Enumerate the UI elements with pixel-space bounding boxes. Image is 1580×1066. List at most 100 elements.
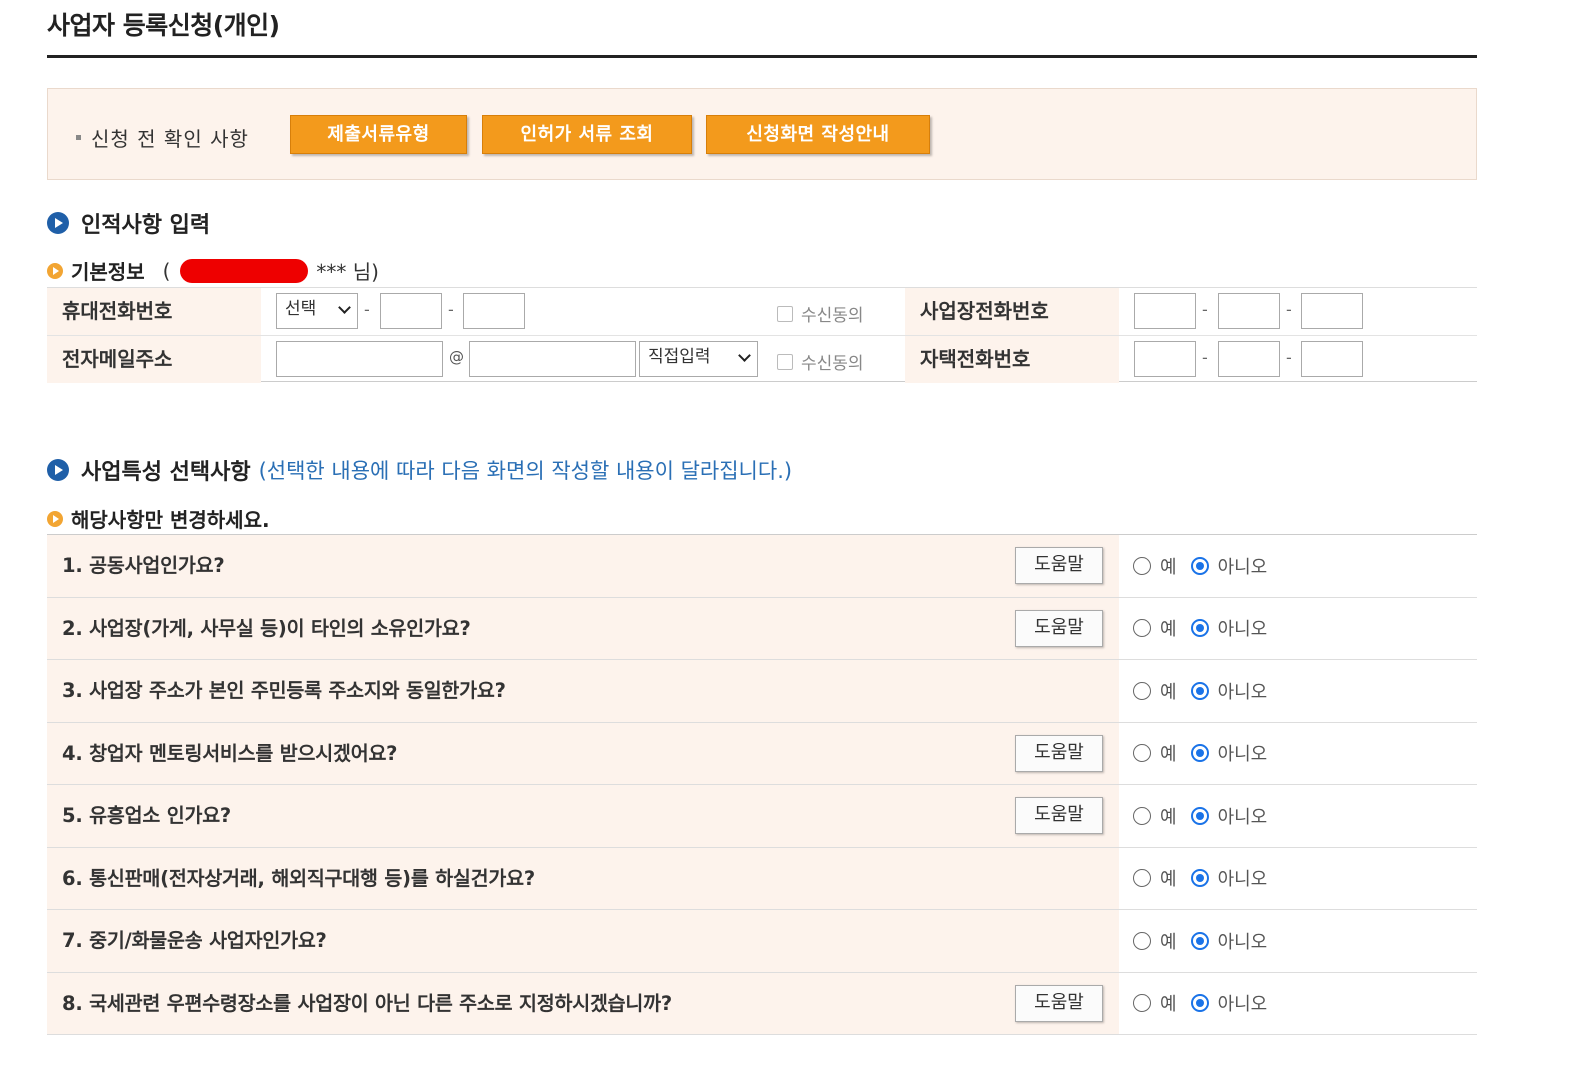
- yes-no-radio-group: 예 아니오: [1133, 973, 1267, 1035]
- no-radio[interactable]: [1190, 869, 1209, 888]
- work-phone-area-input[interactable]: [1134, 293, 1196, 329]
- precheck-label-text: 신청 전 확인 사항: [91, 127, 249, 151]
- permit-documents-button[interactable]: 인허가 서류 조회: [482, 115, 692, 154]
- yes-radio[interactable]: [1133, 931, 1151, 950]
- mobile-middle-input[interactable]: [380, 293, 442, 329]
- change-only-label: 해당사항만 변경하세요.: [71, 508, 270, 532]
- bullet-icon: [76, 135, 81, 140]
- masked-name-suffix: *** 님): [316, 260, 379, 284]
- at-sign: @: [449, 348, 464, 366]
- help-button[interactable]: 도움말: [1015, 984, 1103, 1022]
- yes-label: 예: [1160, 619, 1177, 641]
- help-button[interactable]: 도움말: [1015, 734, 1103, 772]
- question-row: 6. 통신판매(전자상거래, 해외직구대행 등)를 하실건가요? 예 아니오: [47, 847, 1477, 910]
- no-radio[interactable]: [1190, 619, 1209, 638]
- yes-radio[interactable]: [1133, 994, 1151, 1013]
- yes-no-radio-group: 예 아니오: [1133, 723, 1267, 785]
- basic-info-label: 기본정보: [71, 260, 145, 284]
- yes-label: 예: [1160, 931, 1177, 953]
- question-row: 3. 사업장 주소가 본인 주민등록 주소지와 동일한가요? 예 아니오: [47, 660, 1477, 723]
- question-text: 2. 사업장(가게, 사무실 등)이 타인의 소유인가요?: [62, 616, 471, 640]
- yes-label: 예: [1160, 556, 1177, 578]
- document-types-button[interactable]: 제출서류유형: [290, 115, 467, 154]
- question-cell: 2. 사업장(가게, 사무실 등)이 타인의 소유인가요? 도움말: [47, 597, 1119, 659]
- dash: -: [1202, 348, 1208, 367]
- question-cell: 1. 공동사업인가요? 도움말: [47, 535, 1119, 597]
- no-radio[interactable]: [1190, 681, 1209, 700]
- work-phone-label: 사업장전화번호: [905, 288, 1119, 335]
- form-guide-button[interactable]: 신청화면 작성안내: [706, 115, 930, 154]
- question-cell: 4. 창업자 멘토링서비스를 받으시겠어요? 도움말: [47, 722, 1119, 784]
- question-row: 8. 국세관련 우편수령장소를 사업장이 아닌 다른 주소로 지정하시겠습니까?…: [47, 972, 1477, 1035]
- home-phone-last-input[interactable]: [1301, 341, 1363, 377]
- change-only-heading: 해당사항만 변경하세요.: [47, 504, 270, 533]
- yes-no-radio-group: 예 아니오: [1133, 848, 1267, 910]
- email-id-input[interactable]: [276, 341, 443, 377]
- question-cell: 5. 유흥업소 인가요? 도움말: [47, 785, 1119, 847]
- yes-label: 예: [1160, 681, 1177, 703]
- no-radio[interactable]: [1190, 806, 1209, 825]
- home-phone-area-input[interactable]: [1134, 341, 1196, 377]
- yes-radio[interactable]: [1133, 869, 1151, 888]
- dash: -: [364, 300, 370, 319]
- question-text: 4. 창업자 멘토링서비스를 받으시겠어요?: [62, 741, 398, 765]
- question-row: 5. 유흥업소 인가요? 도움말 예 아니오: [47, 785, 1477, 848]
- no-radio[interactable]: [1190, 931, 1209, 950]
- question-text: 7. 중기/화물운송 사업자인가요?: [62, 929, 327, 952]
- help-button[interactable]: 도움말: [1015, 609, 1103, 647]
- mobile-last-input[interactable]: [463, 293, 525, 329]
- basic-info-open-paren: (: [162, 258, 171, 283]
- question-cell: 8. 국세관련 우편수령장소를 사업장이 아닌 다른 주소로 지정하시겠습니까?…: [47, 972, 1119, 1034]
- yes-no-radio-group: 예 아니오: [1133, 910, 1267, 972]
- mobile-consent-checkbox[interactable]: 수신동의: [777, 301, 864, 326]
- basic-info-heading: 기본정보 ( *** 님): [47, 256, 379, 285]
- contact-row-mobile: 휴대전화번호 선택 - - 수신동의 사업장전화번호 - -: [47, 288, 1477, 335]
- yes-label: 예: [1160, 806, 1177, 828]
- question-row: 1. 공동사업인가요? 도움말 예 아니오: [47, 535, 1477, 598]
- no-radio[interactable]: [1190, 744, 1209, 763]
- arrow-dot-icon: [47, 510, 63, 527]
- no-radio[interactable]: [1190, 994, 1209, 1013]
- email-domain-select-value: 직접입력: [648, 347, 711, 367]
- no-label: 아니오: [1217, 806, 1268, 828]
- home-phone-middle-input[interactable]: [1218, 341, 1280, 377]
- checkbox-icon: [777, 353, 793, 370]
- arrow-dot-icon: [47, 262, 63, 279]
- yes-radio[interactable]: [1133, 806, 1151, 825]
- email-consent-checkbox[interactable]: 수신동의: [777, 349, 864, 374]
- business-section-heading: 사업특성 선택사항 (선택한 내용에 따라 다음 화면의 작성할 내용이 달라집…: [47, 454, 792, 486]
- no-radio[interactable]: [1190, 556, 1209, 575]
- dash: -: [448, 300, 454, 319]
- dash: -: [1286, 300, 1292, 319]
- yes-radio[interactable]: [1133, 619, 1151, 638]
- help-button[interactable]: 도움말: [1015, 547, 1103, 584]
- help-button[interactable]: 도움말: [1015, 797, 1103, 834]
- business-questions-table: 1. 공동사업인가요? 도움말 예 아니오 2. 사업장(가게, 사무실 등)이 타인의…: [47, 534, 1477, 1035]
- question-cell: 7. 중기/화물운송 사업자인가요?: [47, 910, 1119, 972]
- yes-radio[interactable]: [1133, 556, 1151, 575]
- yes-radio[interactable]: [1133, 681, 1151, 700]
- yes-no-radio-group: 예 아니오: [1133, 535, 1267, 597]
- question-text: 1. 공동사업인가요?: [62, 554, 225, 577]
- mobile-prefix-value: 선택: [285, 299, 317, 319]
- yes-radio[interactable]: [1133, 744, 1151, 763]
- personal-section-title: 인적사항 입력: [81, 213, 211, 238]
- redacted-name: [180, 258, 309, 283]
- precheck-panel: 신청 전 확인 사항 제출서류유형 인허가 서류 조회 신청화면 작성안내: [47, 88, 1477, 180]
- mobile-prefix-select[interactable]: 선택: [276, 293, 358, 329]
- email-domain-input[interactable]: [469, 341, 636, 377]
- question-text: 6. 통신판매(전자상거래, 해외직구대행 등)를 하실건가요?: [62, 866, 535, 890]
- dash: -: [1286, 348, 1292, 367]
- work-phone-last-input[interactable]: [1301, 293, 1363, 329]
- checkbox-icon: [777, 305, 793, 322]
- chevron-down-icon: [738, 349, 751, 362]
- question-row: 2. 사업장(가게, 사무실 등)이 타인의 소유인가요? 도움말 예 아니오: [47, 597, 1477, 660]
- chevron-down-icon: [338, 301, 351, 314]
- business-section-note: (선택한 내용에 따라 다음 화면의 작성할 내용이 달라집니다.): [258, 459, 793, 483]
- email-domain-select[interactable]: 직접입력: [639, 341, 758, 377]
- work-phone-middle-input[interactable]: [1218, 293, 1280, 329]
- precheck-label: 신청 전 확인 사항: [76, 123, 249, 152]
- yes-no-radio-group: 예 아니오: [1133, 785, 1267, 847]
- contact-info-table: 휴대전화번호 선택 - - 수신동의 사업장전화번호 - - 전자메일주소 @ …: [47, 287, 1477, 383]
- email-label: 전자메일주소: [47, 336, 261, 383]
